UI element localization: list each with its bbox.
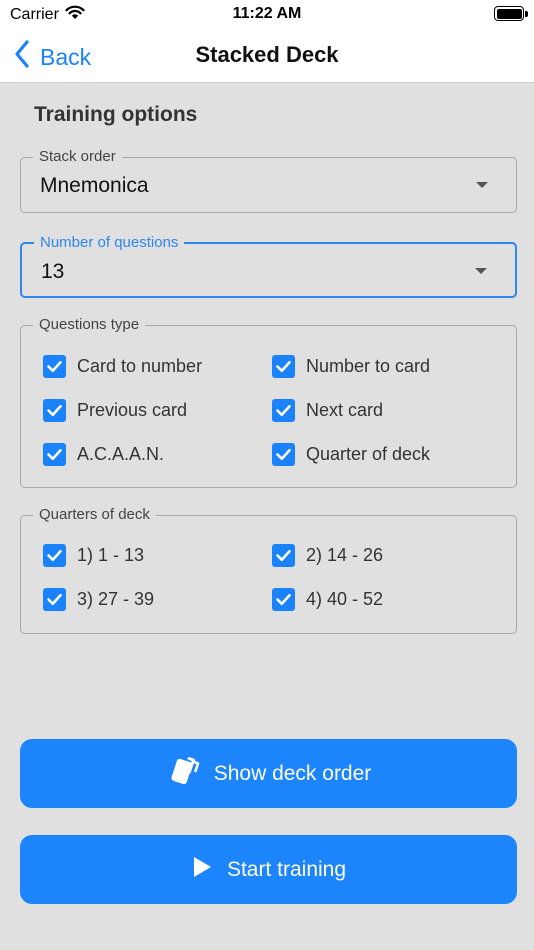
checkbox-label: Quarter of deck <box>306 444 431 464</box>
checkbox-acaan[interactable]: A.C.A.A.N. <box>43 443 164 466</box>
checkbox-checked-icon <box>43 588 66 611</box>
page-title: Stacked Deck <box>195 42 339 67</box>
number-of-questions-label: Number of questions <box>34 234 185 252</box>
status-bar: Carrier 11:22 AM <box>0 0 534 30</box>
dropdown-arrow-icon <box>476 182 488 188</box>
battery-icon <box>494 6 528 21</box>
checkbox-quarter-of-deck[interactable]: Quarter of deck <box>272 443 430 466</box>
checkbox-checked-icon <box>272 355 295 378</box>
checkbox-label: Next card <box>306 400 384 420</box>
number-of-questions-value: 13 <box>41 260 65 283</box>
checkbox-checked-icon <box>272 443 295 466</box>
checkbox-previous-card[interactable]: Previous card <box>43 399 187 422</box>
checkbox-label: 1) 1 - 13 <box>77 545 145 565</box>
checkbox-quarter-3[interactable]: 3) 27 - 39 <box>43 588 154 611</box>
checkbox-quarter-2[interactable]: 2) 14 - 26 <box>272 544 383 567</box>
checkbox-quarter-1[interactable]: 1) 1 - 13 <box>43 544 144 567</box>
checkbox-label: Number to card <box>306 356 431 376</box>
checkbox-checked-icon <box>272 399 295 422</box>
status-time: 11:22 AM <box>232 5 302 22</box>
checkbox-checked-icon <box>272 588 295 611</box>
stack-order-select[interactable]: Stack order Mnemonica <box>20 148 517 213</box>
checkbox-label: Previous card <box>77 400 188 420</box>
play-icon <box>191 855 213 885</box>
number-of-questions-select[interactable]: Number of questions 13 <box>20 234 517 298</box>
stack-order-label: Stack order <box>33 148 122 166</box>
quarters-of-deck-group: Quarters of deck 1) 1 - 13 2) 14 - 26 3)… <box>20 506 517 634</box>
show-deck-order-button[interactable]: Show deck order <box>20 739 517 808</box>
start-training-button[interactable]: Start training <box>20 835 517 904</box>
checkbox-next-card[interactable]: Next card <box>272 399 383 422</box>
quarters-of-deck-label: Quarters of deck <box>33 506 156 524</box>
checkbox-quarter-4[interactable]: 4) 40 - 52 <box>272 588 383 611</box>
checkbox-checked-icon <box>272 544 295 567</box>
checkbox-number-to-card[interactable]: Number to card <box>272 355 430 378</box>
navigation-bar: Back Stacked Deck <box>0 30 534 83</box>
checkbox-card-to-number[interactable]: Card to number <box>43 355 202 378</box>
section-title: Training options <box>34 103 198 126</box>
questions-type-group: Questions type Card to number Number to … <box>20 316 517 488</box>
checkbox-label: 4) 40 - 52 <box>306 589 384 609</box>
start-training-label: Start training <box>226 857 347 881</box>
cards-icon <box>166 755 200 793</box>
checkbox-label: 2) 14 - 26 <box>306 545 384 565</box>
show-deck-order-label: Show deck order <box>213 761 372 785</box>
checkbox-checked-icon <box>43 399 66 422</box>
checkbox-checked-icon <box>43 544 66 567</box>
checkbox-label: 3) 27 - 39 <box>77 589 155 609</box>
checkbox-checked-icon <box>43 443 66 466</box>
dropdown-arrow-icon <box>475 268 487 274</box>
stack-order-value: Mnemonica <box>40 174 149 197</box>
questions-type-label: Questions type <box>33 316 146 334</box>
checkbox-label: A.C.A.A.N. <box>77 444 165 464</box>
checkbox-label: Card to number <box>77 356 203 376</box>
checkbox-checked-icon <box>43 355 66 378</box>
